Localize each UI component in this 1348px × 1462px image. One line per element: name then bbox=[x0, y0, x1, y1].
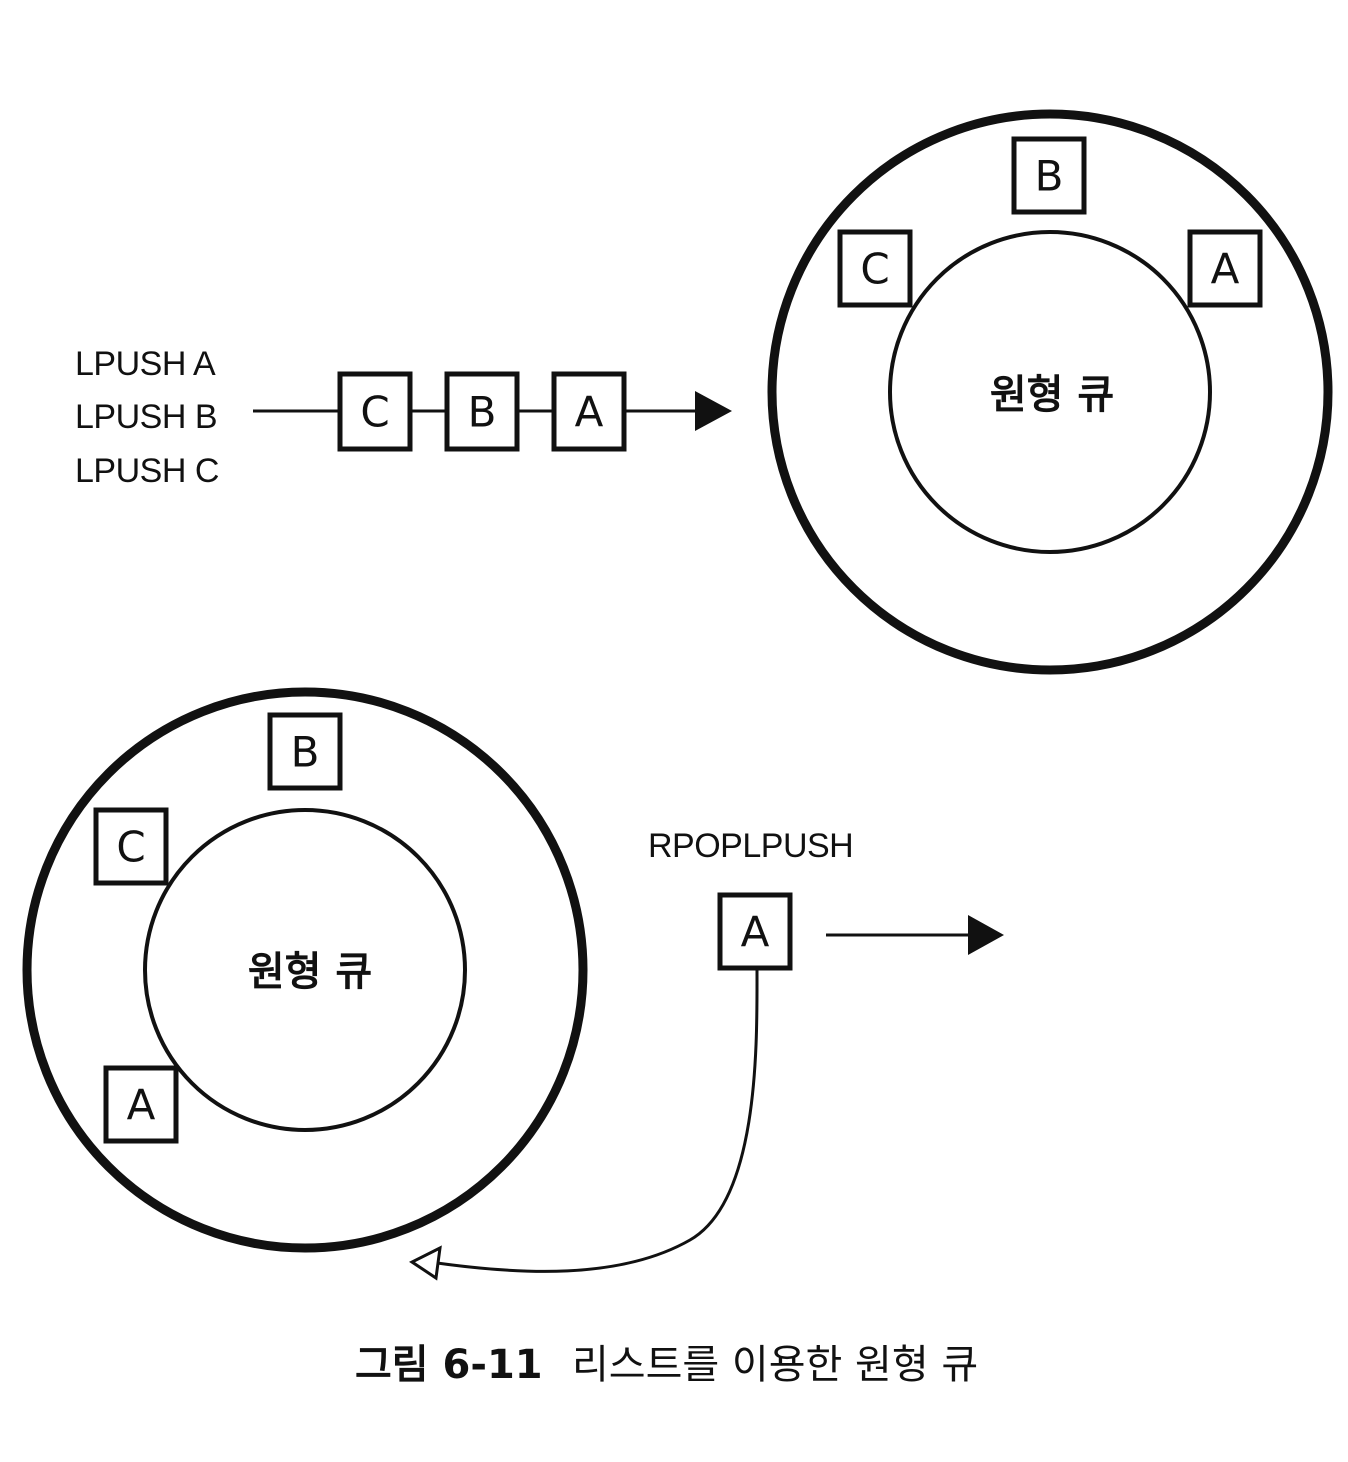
top-ring-box-b: B bbox=[1011, 136, 1087, 215]
caption-title: 리스트를 이용한 원형 큐 bbox=[572, 1342, 978, 1388]
list-box-c: C bbox=[337, 371, 413, 452]
list-box-c-label: C bbox=[360, 388, 389, 437]
top-queue-label: 원형 큐 bbox=[990, 372, 1114, 418]
command-lpush-a: LPUSH A bbox=[75, 345, 216, 383]
command-rpoplpush: RPOPLPUSH bbox=[648, 827, 853, 865]
list-box-a: A bbox=[551, 371, 627, 452]
pop-arrow-head bbox=[968, 915, 1004, 955]
popped-box-a: A bbox=[717, 892, 793, 971]
top-ring-box-a: A bbox=[1187, 229, 1263, 308]
top-ring-box-c-label: C bbox=[860, 245, 889, 294]
bottom-ring-box-c-label: C bbox=[116, 823, 145, 872]
circular-queue-diagram: LPUSH A LPUSH B LPUSH C C B A 원형 큐 B C A… bbox=[22, 109, 1333, 1388]
top-ring-box-a-label: A bbox=[1211, 245, 1240, 294]
list-box-a-label: A bbox=[575, 388, 604, 437]
top-ring-box-c: C bbox=[837, 229, 913, 308]
bottom-ring-box-b-label: B bbox=[291, 728, 320, 777]
popped-box-a-label: A bbox=[741, 908, 770, 957]
push-back-arrow-head bbox=[409, 1245, 442, 1281]
top-ring-box-b-label: B bbox=[1035, 152, 1064, 201]
command-lpush-b: LPUSH B bbox=[75, 398, 217, 436]
list-box-b-label: B bbox=[468, 388, 497, 437]
bottom-ring-box-c: C bbox=[93, 807, 169, 886]
list-arrow-head bbox=[695, 391, 732, 431]
figure-caption: 그림 6-11 리스트를 이용한 원형 큐 bbox=[355, 1342, 978, 1388]
bottom-ring-box-a-label: A bbox=[127, 1081, 156, 1130]
list-box-b: B bbox=[444, 371, 520, 452]
bottom-section: 원형 큐 B C A RPOPLPUSH A bbox=[22, 687, 1004, 1281]
command-lpush-c: LPUSH C bbox=[75, 452, 219, 490]
bottom-ring-box-a: A bbox=[103, 1065, 179, 1144]
top-section: LPUSH A LPUSH B LPUSH C C B A 원형 큐 B C A bbox=[75, 109, 1333, 675]
bottom-queue-label: 원형 큐 bbox=[248, 949, 372, 995]
push-back-curve bbox=[429, 967, 759, 1273]
caption-number: 그림 6-11 bbox=[355, 1342, 543, 1388]
bottom-ring-box-b: B bbox=[267, 712, 343, 791]
